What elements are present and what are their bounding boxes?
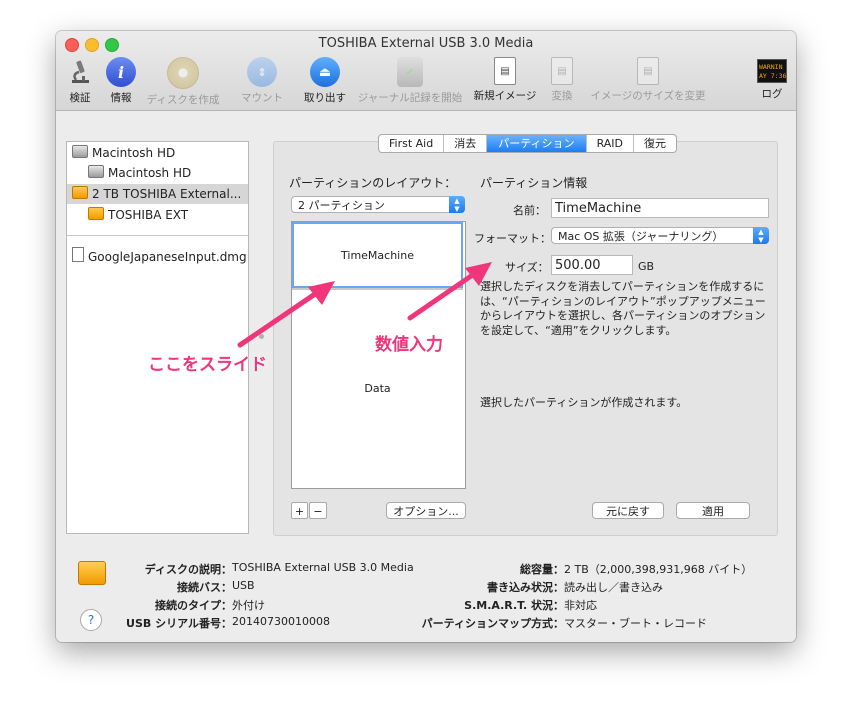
annotation-arrows: [237, 262, 492, 348]
annotation-enter-value: 数値入力: [375, 335, 443, 355]
slide-arrow: [237, 281, 335, 348]
input-arrow: [407, 262, 492, 321]
annotation-slide-here: ここをスライド: [148, 355, 267, 375]
